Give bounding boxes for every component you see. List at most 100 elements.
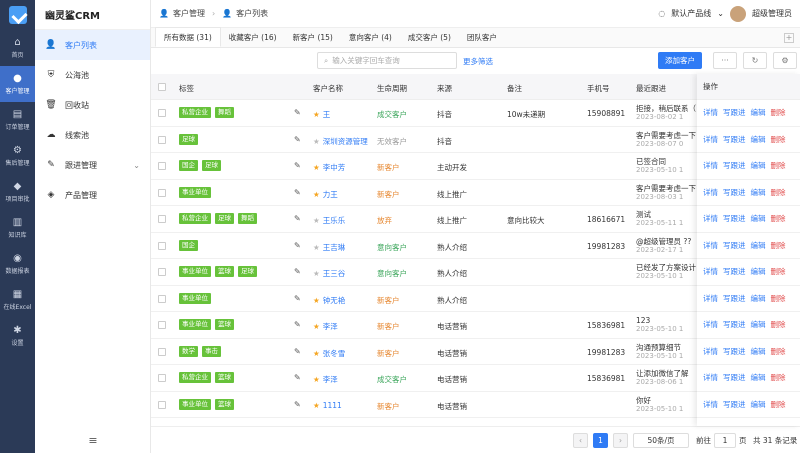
customer-name[interactable]: 1111 xyxy=(323,401,342,410)
row-checkbox[interactable] xyxy=(158,162,166,170)
detail-link[interactable]: 详情 xyxy=(703,399,718,410)
delete-link[interactable]: 删除 xyxy=(771,213,786,224)
row-checkbox[interactable] xyxy=(158,321,166,329)
rail-item-3[interactable]: ▤ 订单管理 xyxy=(0,102,35,138)
customer-name-cell[interactable]: ★ 1111 xyxy=(313,401,373,410)
detail-link[interactable]: 详情 xyxy=(703,266,718,277)
delete-link[interactable]: 删除 xyxy=(771,266,786,277)
sidebar-item-6[interactable]: ◈ 产品管理 xyxy=(35,180,150,210)
follow-up-link[interactable]: 写跟进 xyxy=(723,293,746,304)
collapse-menu-icon[interactable]: ≡ xyxy=(35,434,151,447)
edit-link[interactable]: 编辑 xyxy=(751,266,766,277)
customer-name-cell[interactable]: ★ 李泽 xyxy=(313,374,373,385)
edit-tag-icon[interactable]: ✎ xyxy=(294,188,301,197)
rail-item-2[interactable]: ● 客户管理 xyxy=(0,66,35,102)
tab-2[interactable]: 收藏客户 (16) xyxy=(221,27,285,47)
breadcrumb-item-1[interactable]: 客户管理 xyxy=(173,8,205,19)
star-icon[interactable]: ★ xyxy=(313,269,320,278)
detail-link[interactable]: 详情 xyxy=(703,372,718,383)
row-checkbox[interactable] xyxy=(158,241,166,250)
edit-tag-icon[interactable]: ✎ xyxy=(294,161,301,170)
add-tab-icon[interactable]: + xyxy=(784,33,794,43)
rail-item-1[interactable]: ⌂ 首页 xyxy=(0,30,35,66)
sidebar-item-5[interactable]: ✎ 跟进管理 ⌄ xyxy=(35,150,150,180)
star-icon[interactable]: ★ xyxy=(313,216,320,225)
row-checkbox[interactable] xyxy=(158,109,166,117)
detail-link[interactable]: 详情 xyxy=(703,293,718,304)
edit-tag-icon[interactable]: ✎ xyxy=(294,241,301,250)
row-checkbox[interactable] xyxy=(158,268,166,276)
star-icon[interactable]: ★ xyxy=(313,243,320,252)
tab-1[interactable]: 所有数据 (31) xyxy=(155,27,221,47)
tab-3[interactable]: 新客户 (15) xyxy=(285,27,341,47)
star-icon[interactable]: ★ xyxy=(313,375,320,384)
customer-name[interactable]: 王吉琳 xyxy=(323,243,346,252)
row-checkbox[interactable] xyxy=(158,135,166,144)
delete-link[interactable]: 删除 xyxy=(771,187,786,198)
follow-up-link[interactable]: 写跟进 xyxy=(723,107,746,118)
customer-name[interactable]: 李泽 xyxy=(323,375,338,384)
follow-up-link[interactable]: 写跟进 xyxy=(723,240,746,251)
customer-name-cell[interactable]: ★ 李泽 xyxy=(313,321,373,332)
customer-name[interactable]: 李泽 xyxy=(323,322,338,331)
follow-up-link[interactable]: 写跟进 xyxy=(723,160,746,171)
customer-name-cell[interactable]: ★ 深圳资源管理 xyxy=(313,136,373,147)
rail-item-7[interactable]: ◉ 数据报表 xyxy=(0,246,35,282)
delete-link[interactable]: 删除 xyxy=(771,240,786,251)
customer-name[interactable]: 深圳资源管理 xyxy=(323,137,368,146)
detail-link[interactable]: 详情 xyxy=(703,160,718,171)
sidebar-item-3[interactable]: 🗑 回收站 xyxy=(35,90,150,120)
follow-up-link[interactable]: 写跟进 xyxy=(723,266,746,277)
customer-name[interactable]: 王乐乐 xyxy=(323,216,346,225)
user-name[interactable]: 超级管理员 xyxy=(752,8,792,19)
delete-link[interactable]: 删除 xyxy=(771,134,786,145)
customer-name-cell[interactable]: ★ 钟无艳 xyxy=(313,295,373,306)
row-checkbox[interactable] xyxy=(158,215,166,223)
rail-item-4[interactable]: ⚙ 售后管理 xyxy=(0,138,35,174)
delete-link[interactable]: 删除 xyxy=(771,293,786,304)
delete-link[interactable]: 删除 xyxy=(771,399,786,410)
page-size-select[interactable]: 50条/页 xyxy=(633,433,689,448)
star-icon[interactable]: ★ xyxy=(313,401,320,410)
chevron-down-icon[interactable]: ⌄ xyxy=(133,161,140,170)
tab-6[interactable]: 团队客户 xyxy=(459,27,505,47)
star-icon[interactable]: ★ xyxy=(313,163,320,172)
tab-4[interactable]: 意向客户 (4) xyxy=(341,27,400,47)
edit-link[interactable]: 编辑 xyxy=(751,372,766,383)
delete-link[interactable]: 删除 xyxy=(771,319,786,330)
edit-tag-icon[interactable]: ✎ xyxy=(294,267,301,276)
sidebar-item-4[interactable]: ☁ 线索池 xyxy=(35,120,150,150)
detail-link[interactable]: 详情 xyxy=(703,240,718,251)
delete-link[interactable]: 删除 xyxy=(771,107,786,118)
row-checkbox[interactable] xyxy=(158,400,166,409)
star-icon[interactable]: ★ xyxy=(313,322,320,331)
edit-link[interactable]: 编辑 xyxy=(751,346,766,357)
sidebar-item-2[interactable]: ⛨ 公海池 xyxy=(35,60,150,90)
edit-tag-icon[interactable]: ✎ xyxy=(294,373,301,382)
detail-link[interactable]: 详情 xyxy=(703,346,718,357)
edit-link[interactable]: 编辑 xyxy=(751,187,766,198)
search-input[interactable]: ⌕ 输入关键字回车查询 xyxy=(317,52,457,69)
customer-name[interactable]: 张冬雪 xyxy=(323,349,346,358)
star-icon[interactable]: ★ xyxy=(313,137,320,146)
edit-tag-icon[interactable]: ✎ xyxy=(294,294,301,303)
prev-page-icon[interactable]: ‹ xyxy=(573,433,588,448)
rail-item-8[interactable]: ▦ 在线Excel xyxy=(0,282,35,318)
customer-name-cell[interactable]: ★ 王 xyxy=(313,109,373,120)
delete-link[interactable]: 删除 xyxy=(771,160,786,171)
select-all-checkbox[interactable] xyxy=(158,83,166,91)
edit-tag-icon[interactable]: ✎ xyxy=(294,347,301,356)
follow-up-link[interactable]: 写跟进 xyxy=(723,372,746,383)
page-current[interactable]: 1 xyxy=(593,433,608,448)
settings-icon[interactable]: ⚙ xyxy=(773,52,797,69)
edit-tag-icon[interactable]: ✎ xyxy=(294,214,301,223)
add-customer-button[interactable]: 添加客户 xyxy=(658,52,702,69)
edit-link[interactable]: 编辑 xyxy=(751,399,766,410)
rail-item-6[interactable]: ▥ 知识库 xyxy=(0,210,35,246)
edit-tag-icon[interactable]: ✎ xyxy=(294,108,301,117)
follow-up-link[interactable]: 写跟进 xyxy=(723,187,746,198)
rail-item-5[interactable]: ◆ 项目审批 xyxy=(0,174,35,210)
detail-link[interactable]: 详情 xyxy=(703,213,718,224)
row-checkbox[interactable] xyxy=(158,374,166,382)
star-icon[interactable]: ★ xyxy=(313,190,320,199)
